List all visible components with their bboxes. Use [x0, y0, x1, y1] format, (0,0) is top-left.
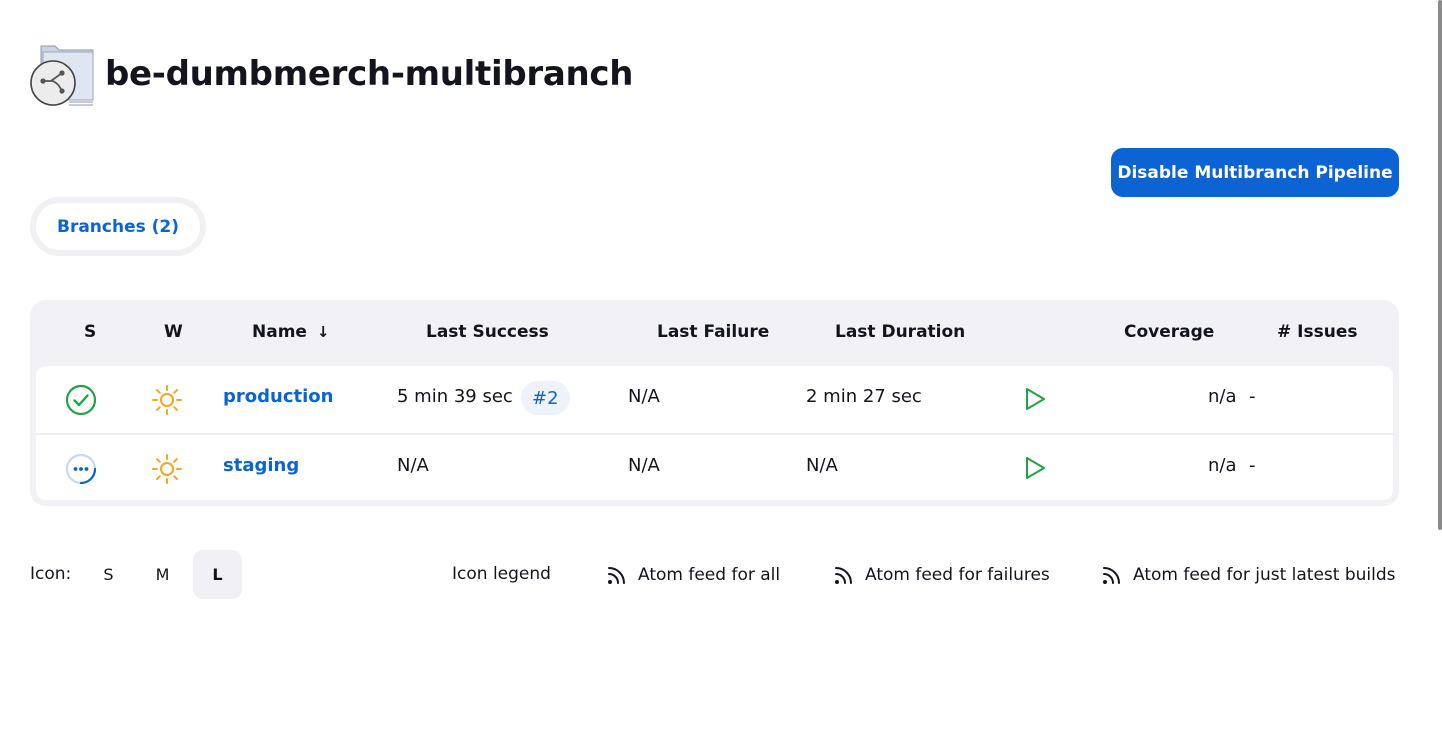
coverage-value: n/a	[1208, 455, 1237, 476]
multibranch-folder-icon	[29, 40, 97, 108]
column-header-issues[interactable]: # Issues	[1277, 322, 1357, 342]
sort-arrow-icon: ↓	[316, 323, 330, 341]
branch-link-production[interactable]: production	[223, 386, 333, 407]
atom-feed-failures-label: Atom feed for failures	[865, 565, 1050, 585]
table-row: production 5 min 39 sec #2 N/A 2 min 27 …	[36, 366, 1393, 433]
atom-feed-all-label: Atom feed for all	[638, 565, 781, 585]
table-header: S W Name ↓ Last Success Last Failure Las…	[36, 300, 1393, 366]
coverage-value: n/a	[1208, 386, 1237, 407]
disable-pipeline-button[interactable]: Disable Multibranch Pipeline	[1111, 148, 1399, 197]
icon-size-small-button[interactable]: S	[84, 550, 133, 599]
table-row: staging N/A N/A N/A n/a -	[36, 433, 1393, 500]
tab-branches[interactable]: Branches (2)	[36, 203, 200, 250]
success-icon[interactable]	[64, 383, 98, 417]
icon-legend-link[interactable]: Icon legend	[452, 564, 551, 584]
tab-bar: Branches (2)	[30, 197, 206, 256]
table-footer: Icon: S M L Icon legend Atom feed for al…	[30, 550, 1399, 599]
column-header-status[interactable]: S	[84, 322, 96, 342]
page-header: be-dumbmerch-multibranch	[29, 40, 633, 108]
rss-icon	[835, 567, 852, 584]
rss-icon	[608, 567, 625, 584]
build-link[interactable]: #2	[521, 381, 570, 415]
last-duration-value: N/A	[806, 455, 838, 476]
atom-feed-failures-link[interactable]: Atom feed for failures	[833, 564, 1050, 586]
last-duration-value: 2 min 27 sec	[806, 386, 922, 407]
icon-size-large-button[interactable]: L	[193, 550, 242, 599]
column-header-name[interactable]: Name ↓	[252, 322, 329, 342]
in-progress-icon[interactable]	[64, 452, 98, 486]
schedule-build-play-icon[interactable]	[1022, 386, 1048, 412]
table-body: production 5 min 39 sec #2 N/A 2 min 27 …	[36, 366, 1393, 500]
last-failure-value: N/A	[628, 386, 660, 407]
sunny-icon[interactable]	[150, 383, 184, 417]
last-success-value: N/A	[397, 455, 429, 476]
atom-feed-latest-label: Atom feed for just latest builds	[1133, 565, 1396, 585]
page: be-dumbmerch-multibranch Disable Multibr…	[0, 0, 1442, 756]
issues-value: -	[1249, 386, 1256, 407]
column-header-coverage[interactable]: Coverage	[1124, 322, 1214, 342]
column-header-last-duration[interactable]: Last Duration	[835, 322, 965, 342]
rss-icon	[1103, 567, 1120, 584]
last-failure-value: N/A	[628, 455, 660, 476]
column-header-weather[interactable]: W	[164, 322, 183, 342]
page-title: be-dumbmerch-multibranch	[105, 54, 634, 94]
icon-size-label: Icon:	[30, 564, 72, 584]
column-header-name-label: Name	[252, 322, 307, 342]
branches-table: S W Name ↓ Last Success Last Failure Las…	[30, 300, 1399, 506]
vertical-scrollbar[interactable]	[1438, 0, 1442, 530]
atom-feed-latest-link[interactable]: Atom feed for just latest builds	[1101, 564, 1396, 586]
atom-feed-all-link[interactable]: Atom feed for all	[606, 564, 780, 586]
branch-link-staging[interactable]: staging	[223, 455, 299, 476]
column-header-last-failure[interactable]: Last Failure	[657, 322, 769, 342]
issues-value: -	[1249, 455, 1256, 476]
schedule-build-play-icon[interactable]	[1022, 455, 1048, 481]
last-success-value: 5 min 39 sec	[397, 386, 513, 407]
column-header-last-success[interactable]: Last Success	[426, 322, 549, 342]
icon-size-medium-button[interactable]: M	[138, 550, 187, 599]
sunny-icon[interactable]	[150, 452, 184, 486]
